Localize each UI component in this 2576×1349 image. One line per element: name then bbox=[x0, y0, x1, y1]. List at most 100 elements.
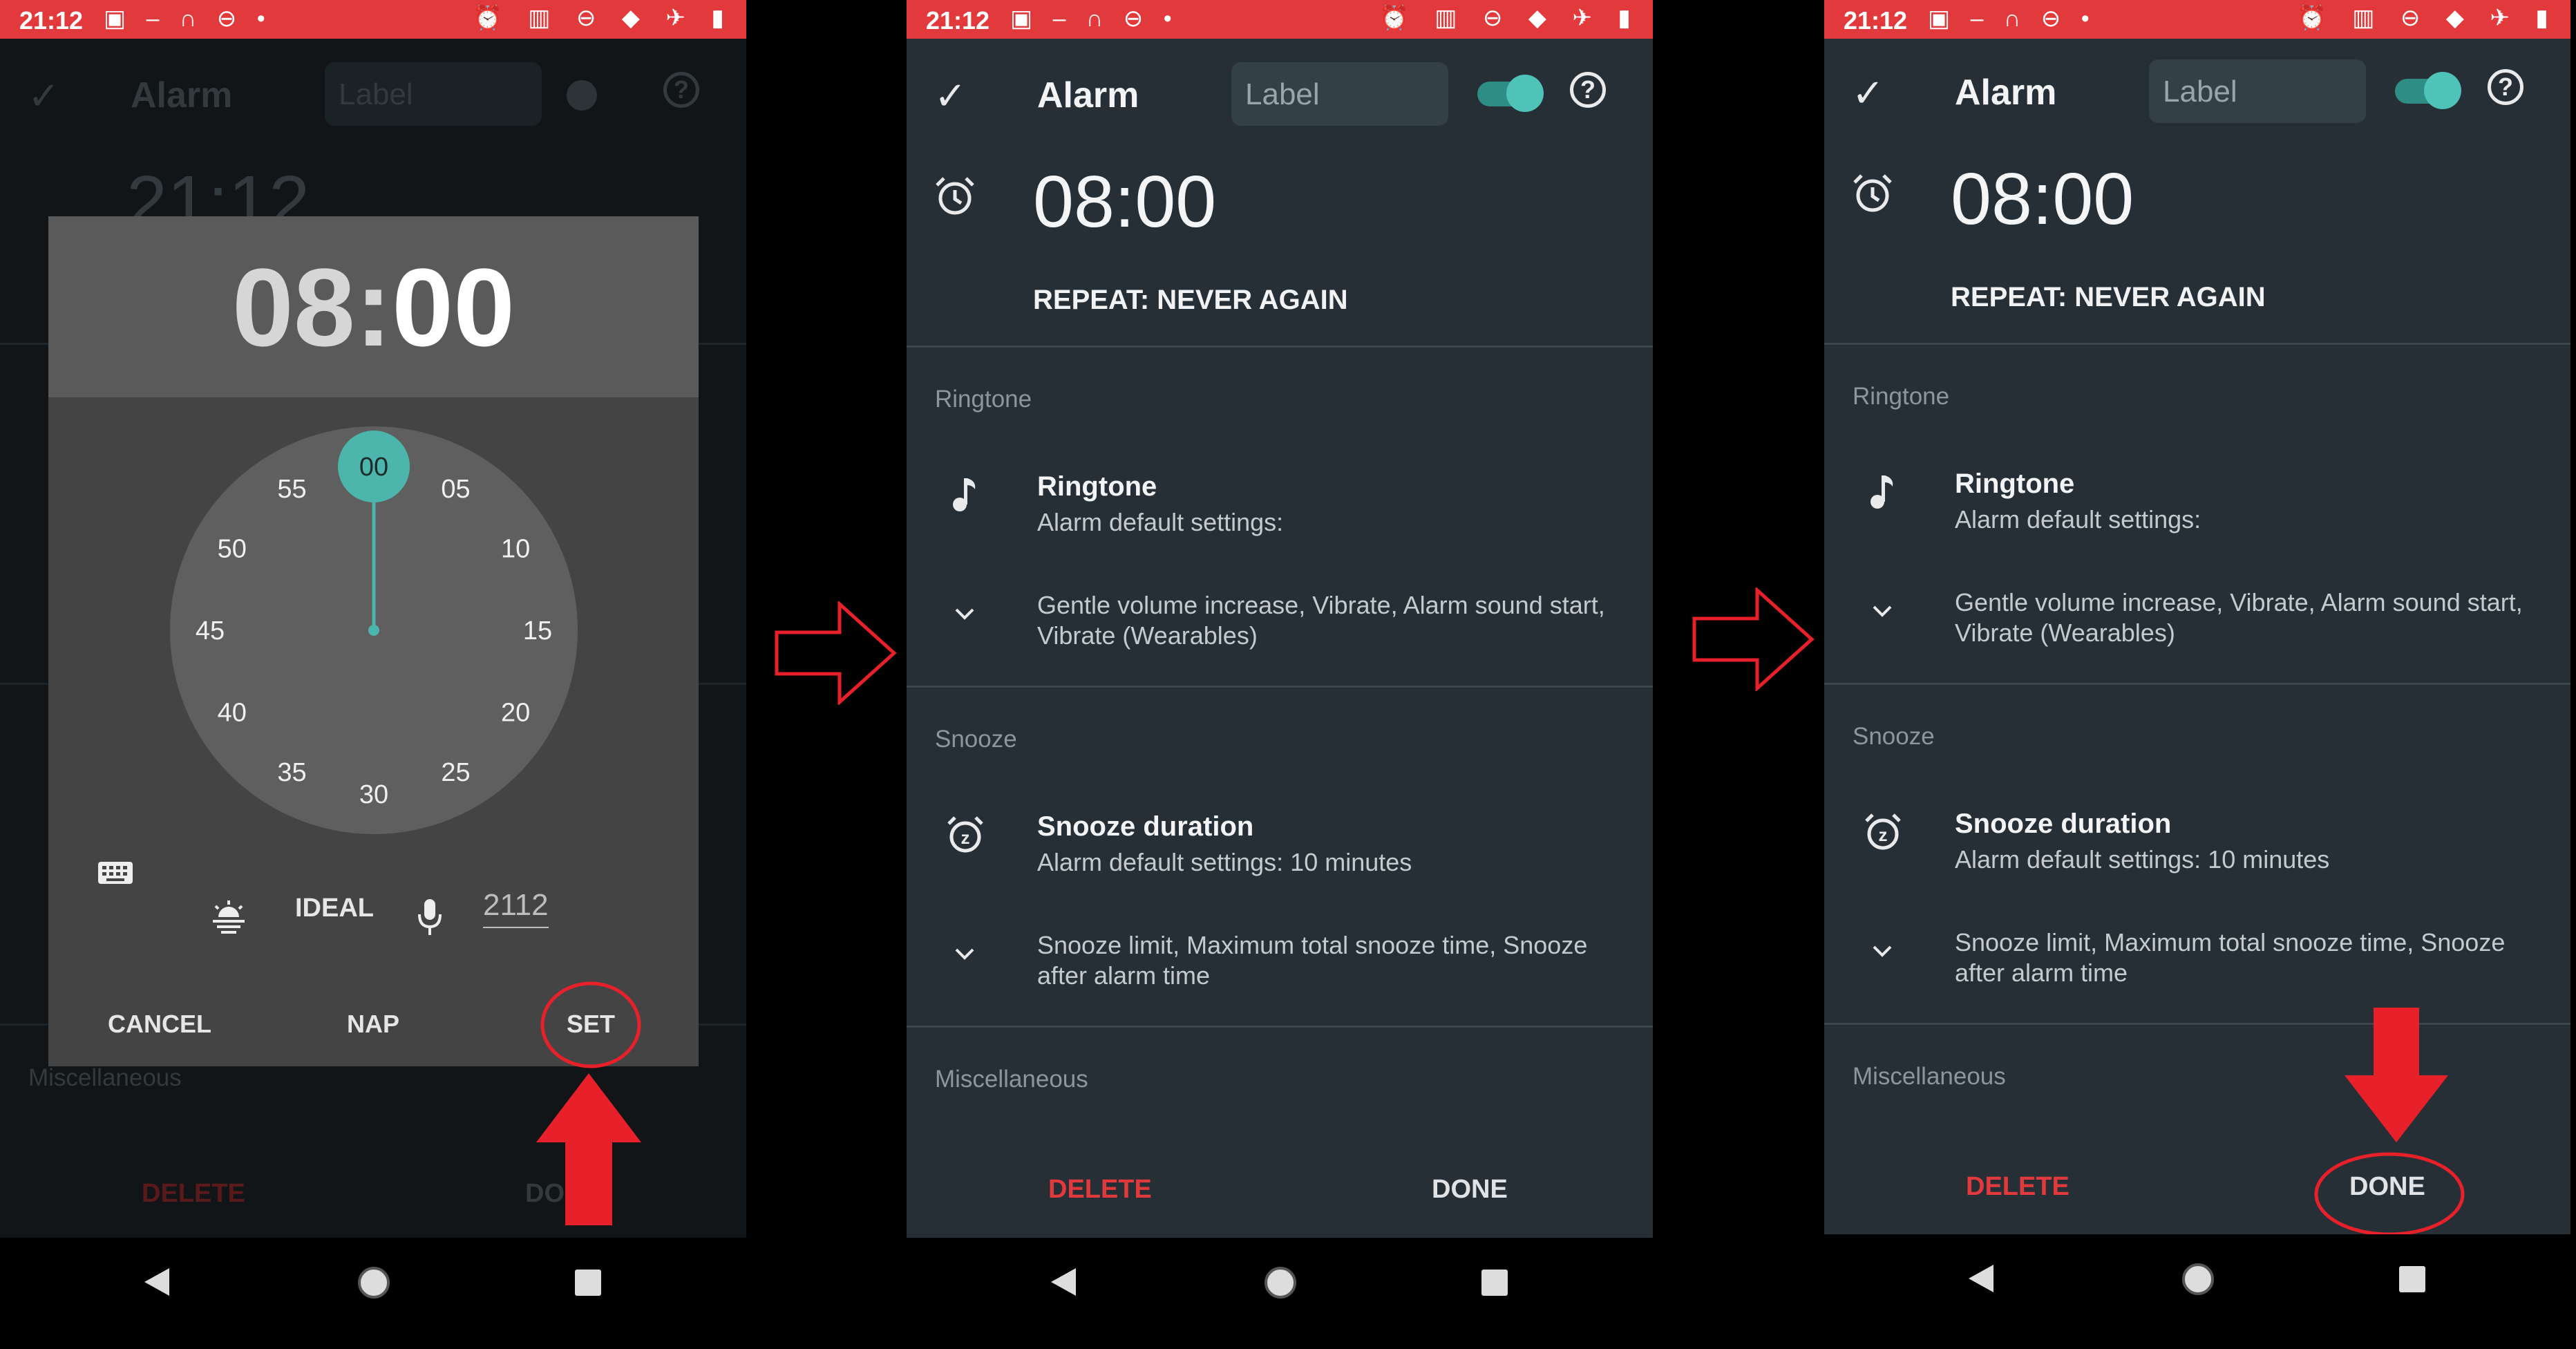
section-header-misc: Miscellaneous bbox=[1853, 1063, 2006, 1090]
snooze-duration-subtitle: Alarm default settings: 10 minutes bbox=[1955, 845, 2330, 874]
help-icon[interactable]: ? bbox=[1570, 72, 1606, 108]
divider bbox=[907, 1026, 1653, 1028]
annotation-arrow-right bbox=[775, 601, 897, 705]
status-left-icons: ▣ – ∩ ⊖ • bbox=[1928, 6, 2096, 32]
nav-bar bbox=[0, 1238, 746, 1349]
recents-icon[interactable] bbox=[2398, 1265, 2427, 1294]
alarm-switch bbox=[567, 80, 597, 111]
alarm-edit-screen: ✓ Alarm Label ? 08:00 REPEAT: NEVER AGAI… bbox=[1824, 39, 2570, 1234]
status-bar: 21:12 ▣ – ∩ ⊖ • ⏰ ▥ ⊖ ◆ ✈ ▮ bbox=[907, 0, 1653, 39]
microphone-icon[interactable] bbox=[417, 898, 443, 936]
screenshot-time-picker: 21:12 ▣ – ∩ ⊖ • ⏰ ▥ ⊖ ◆ ✈ ▮ ✓ Alarm Labe… bbox=[0, 0, 746, 1349]
chevron-down-icon[interactable] bbox=[949, 598, 980, 629]
delete-button: DELETE bbox=[142, 1179, 245, 1208]
dial-label[interactable]: 10 bbox=[501, 535, 530, 564]
toolbar-title: Alarm bbox=[131, 75, 233, 115]
picker-colon: : bbox=[354, 245, 392, 369]
svg-text:z: z bbox=[961, 827, 970, 848]
alarm-switch-thumb[interactable] bbox=[2424, 72, 2461, 109]
alarm-clock-icon bbox=[1853, 174, 1892, 212]
repeat-button[interactable]: REPEAT: NEVER AGAIN bbox=[1951, 282, 2266, 313]
alarm-time[interactable]: 08:00 bbox=[1951, 158, 2134, 241]
nap-button[interactable]: NAP bbox=[347, 1010, 399, 1039]
section-header-snooze: Snooze bbox=[1853, 723, 1935, 750]
recents-icon[interactable] bbox=[1480, 1268, 1509, 1297]
dial-label[interactable]: 25 bbox=[441, 758, 470, 787]
dial-center bbox=[368, 625, 379, 636]
dial-label[interactable]: 50 bbox=[218, 535, 247, 564]
status-bar: 21:12 ▣ – ∩ ⊖ • ⏰ ▥ ⊖ ◆ ✈ ▮ bbox=[1824, 0, 2570, 39]
divider bbox=[1824, 343, 2570, 345]
status-bar: 21:12 ▣ – ∩ ⊖ • ⏰ ▥ ⊖ ◆ ✈ ▮ bbox=[0, 0, 746, 39]
check-icon[interactable]: ✓ bbox=[1852, 70, 1884, 116]
dial-label[interactable]: 35 bbox=[277, 758, 306, 787]
dial-label[interactable]: 20 bbox=[501, 699, 530, 728]
back-icon[interactable] bbox=[142, 1267, 172, 1297]
chevron-down-icon[interactable] bbox=[1867, 936, 1897, 966]
cancel-button[interactable]: CANCEL bbox=[108, 1010, 211, 1039]
ringtone-subtitle: Alarm default settings: bbox=[1955, 505, 2201, 534]
picker-minute[interactable]: 00 bbox=[392, 245, 515, 369]
check-icon: ✓ bbox=[28, 74, 60, 117]
screenshot-alarm-set: 21:12 ▣ – ∩ ⊖ • ⏰ ▥ ⊖ ◆ ✈ ▮ ✓ Alarm Labe… bbox=[907, 0, 1653, 1349]
status-left-icons: ▣ – ∩ ⊖ • bbox=[1010, 6, 1179, 32]
snooze-duration-title[interactable]: Snooze duration bbox=[1037, 811, 1253, 842]
section-header-misc: Miscellaneous bbox=[935, 1066, 1088, 1093]
ringtone-more-settings[interactable]: Gentle volume increase, Vibrate, Alarm s… bbox=[1955, 587, 2549, 648]
sunrise-icon[interactable] bbox=[209, 900, 249, 935]
picker-header: 08:00 bbox=[48, 216, 699, 397]
picker-hour[interactable]: 08 bbox=[232, 245, 355, 369]
chevron-down-icon[interactable] bbox=[1867, 596, 1897, 626]
divider bbox=[907, 686, 1653, 688]
ringtone-more-settings[interactable]: Gentle volume increase, Vibrate, Alarm s… bbox=[1037, 590, 1631, 651]
delete-button[interactable]: DELETE bbox=[1048, 1175, 1152, 1205]
label-input[interactable]: Label bbox=[1231, 62, 1448, 126]
annotation-circle-set bbox=[540, 981, 641, 1068]
alarm-switch-thumb[interactable] bbox=[1506, 75, 1544, 112]
ideal-button[interactable]: IDEAL bbox=[295, 894, 374, 923]
clock-dial[interactable]: 00 05 10 15 20 25 30 35 40 45 50 55 bbox=[170, 426, 578, 834]
ringtone-title[interactable]: Ringtone bbox=[1037, 471, 1157, 502]
annotation-arrow-down bbox=[2345, 1008, 2448, 1142]
alarm-time[interactable]: 08:00 bbox=[1033, 160, 1216, 244]
dial-label[interactable]: 15 bbox=[523, 616, 552, 645]
home-icon[interactable] bbox=[2181, 1262, 2215, 1296]
music-note-icon bbox=[953, 478, 976, 511]
snooze-more-settings[interactable]: Snooze limit, Maximum total snooze time,… bbox=[1955, 927, 2549, 988]
home-icon[interactable] bbox=[1263, 1265, 1298, 1300]
delete-button[interactable]: DELETE bbox=[1966, 1172, 2070, 1202]
help-icon[interactable]: ? bbox=[2488, 69, 2523, 105]
dial-label[interactable]: 05 bbox=[441, 475, 470, 504]
check-icon[interactable]: ✓ bbox=[934, 73, 967, 119]
status-right-icons: ⏰ ▥ ⊖ ◆ ✈ ▮ bbox=[473, 5, 734, 31]
done-button[interactable]: DONE bbox=[1432, 1175, 1508, 1205]
snooze-duration-subtitle: Alarm default settings: 10 minutes bbox=[1037, 848, 1412, 876]
voice-time-input[interactable]: 2112 bbox=[483, 888, 549, 928]
status-left-icons: ▣ – ∩ ⊖ • bbox=[104, 6, 272, 32]
dial-label[interactable]: 40 bbox=[218, 699, 247, 728]
snooze-icon: z bbox=[947, 816, 983, 853]
annotation-arrow-up bbox=[536, 1073, 641, 1225]
back-icon[interactable] bbox=[1966, 1263, 1996, 1294]
label-input[interactable]: Label bbox=[2149, 59, 2366, 123]
back-icon[interactable] bbox=[1048, 1267, 1079, 1297]
dial-label[interactable]: 30 bbox=[359, 780, 388, 809]
ringtone-title[interactable]: Ringtone bbox=[1955, 469, 2074, 500]
snooze-more-settings[interactable]: Snooze limit, Maximum total snooze time,… bbox=[1037, 930, 1631, 991]
screenshot-alarm-done: 21:12 ▣ – ∩ ⊖ • ⏰ ▥ ⊖ ◆ ✈ ▮ ✓ Alarm Labe… bbox=[1824, 0, 2570, 1349]
alarm-edit-screen: ✓ Alarm Label ? 08:00 REPEAT: NEVER AGAI… bbox=[907, 39, 1653, 1238]
time-picker-dialog: 08:00 00 05 10 15 20 25 30 35 40 45 50 55 bbox=[48, 216, 699, 1066]
dial-label[interactable]: 55 bbox=[277, 475, 306, 504]
music-note-icon bbox=[1871, 475, 1893, 509]
dial-label[interactable]: 00 bbox=[359, 453, 388, 482]
recents-icon[interactable] bbox=[574, 1268, 603, 1297]
chevron-down-icon[interactable] bbox=[949, 938, 980, 969]
section-header-ringtone: Ringtone bbox=[1853, 383, 1950, 410]
divider bbox=[1824, 683, 2570, 685]
home-icon[interactable] bbox=[357, 1265, 391, 1300]
snooze-duration-title[interactable]: Snooze duration bbox=[1955, 809, 2171, 840]
repeat-button[interactable]: REPEAT: NEVER AGAIN bbox=[1033, 285, 1348, 316]
toolbar-title: Alarm bbox=[1037, 75, 1139, 115]
keyboard-icon[interactable] bbox=[97, 859, 134, 887]
dial-label[interactable]: 45 bbox=[196, 616, 225, 645]
